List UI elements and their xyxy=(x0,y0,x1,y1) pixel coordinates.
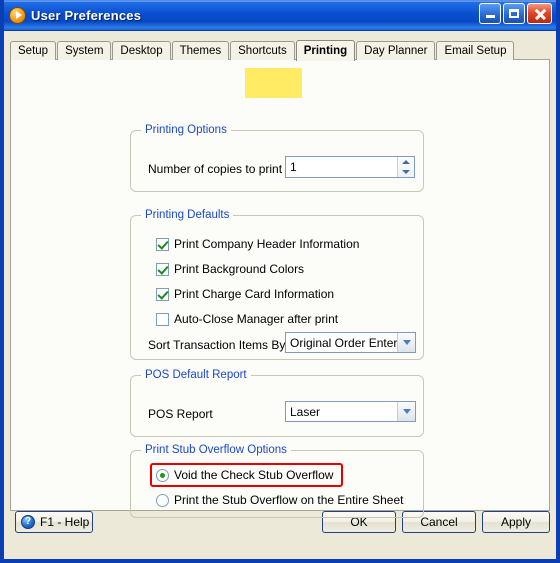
stepper-down-button[interactable] xyxy=(398,167,414,177)
checkbox-auto-close-manager[interactable]: Auto-Close Manager after print xyxy=(156,312,338,326)
dialog-body: Setup System Desktop Themes Shortcuts Pr… xyxy=(4,31,556,558)
checkbox-label: Print Charge Card Information xyxy=(174,287,335,301)
tab-strip: Setup System Desktop Themes Shortcuts Pr… xyxy=(10,40,515,61)
minimize-button[interactable] xyxy=(479,3,501,24)
pos-report-dropdown[interactable]: Laser xyxy=(285,401,416,422)
group-title: Print Stub Overflow Options xyxy=(141,444,291,456)
checkbox-label: Print Company Header Information xyxy=(174,237,360,251)
tab-email-setup[interactable]: Email Setup xyxy=(436,41,515,60)
checkbox-box[interactable] xyxy=(156,237,169,251)
sort-transaction-label: Sort Transaction Items By xyxy=(148,338,286,352)
tab-setup[interactable]: Setup xyxy=(10,41,57,60)
help-button-label: F1 - Help xyxy=(40,515,90,529)
help-button[interactable]: ? F1 - Help xyxy=(15,511,93,533)
radio-void-check-stub-overflow[interactable]: Void the Check Stub Overflow xyxy=(156,468,333,482)
window-title: User Preferences xyxy=(31,7,142,23)
tab-label: Themes xyxy=(179,45,222,57)
maximize-button[interactable] xyxy=(503,3,525,24)
tab-label: Day Planner xyxy=(364,45,428,57)
close-button[interactable] xyxy=(527,3,552,24)
checkbox-print-charge-card-info[interactable]: Print Charge Card Information xyxy=(156,287,334,301)
tab-desktop[interactable]: Desktop xyxy=(112,41,171,60)
printing-defaults-group: Printing Defaults Print Company Header I… xyxy=(130,209,424,360)
chevron-down-icon[interactable] xyxy=(397,333,415,352)
printing-tab-panel: Printing Options Number of copies to pri… xyxy=(10,59,550,518)
group-title: Printing Options xyxy=(141,124,231,136)
copies-label: Number of copies to print xyxy=(148,162,283,176)
apply-button[interactable]: Apply xyxy=(482,511,550,533)
tab-label: Setup xyxy=(18,45,49,57)
checkbox-label: Auto-Close Manager after print xyxy=(174,312,339,326)
print-stub-overflow-group: Print Stub Overflow Options Void the Che… xyxy=(130,444,424,518)
tab-label: Desktop xyxy=(120,45,163,57)
title-bar: User Preferences xyxy=(4,0,556,31)
radio-print-stub-overflow-entire-sheet[interactable]: Print the Stub Overflow on the Entire Sh… xyxy=(156,493,403,507)
user-preferences-window: User Preferences Setup System Desktop Th… xyxy=(0,0,560,563)
window-controls xyxy=(479,3,552,24)
question-mark-icon: ? xyxy=(21,515,35,529)
checkbox-print-company-header[interactable]: Print Company Header Information xyxy=(156,237,359,251)
group-title: Printing Defaults xyxy=(141,209,234,221)
copies-stepper[interactable] xyxy=(397,157,414,177)
tab-label: Email Setup xyxy=(444,45,507,57)
stepper-up-button[interactable] xyxy=(398,157,414,167)
radio-label: Void the Check Stub Overflow xyxy=(174,468,334,482)
tab-system[interactable]: System xyxy=(57,41,112,60)
checkbox-box[interactable] xyxy=(156,312,169,326)
play-circle-icon xyxy=(9,6,26,24)
tab-label: Printing xyxy=(303,45,348,57)
tab-printing[interactable]: Printing xyxy=(295,40,356,61)
radio-label: Print the Stub Overflow on the Entire Sh… xyxy=(174,493,404,507)
checkbox-box[interactable] xyxy=(156,287,169,301)
cancel-button-label: Cancel xyxy=(420,515,458,529)
chevron-down-icon[interactable] xyxy=(397,402,415,421)
dropdown-value: Original Order Entered xyxy=(290,335,397,350)
sort-transaction-dropdown[interactable]: Original Order Entered xyxy=(285,332,416,353)
radio-button[interactable] xyxy=(156,468,169,482)
pos-default-report-group: POS Default Report POS Report Laser xyxy=(130,369,424,437)
copies-value: 1 xyxy=(290,160,297,174)
checkbox-box[interactable] xyxy=(156,262,169,276)
apply-button-label: Apply xyxy=(500,515,532,529)
copies-spinner-field[interactable]: 1 xyxy=(285,156,415,178)
printing-options-group: Printing Options Number of copies to pri… xyxy=(130,124,424,192)
radio-button[interactable] xyxy=(156,493,169,507)
tab-label: Shortcuts xyxy=(238,45,287,57)
dropdown-value: Laser xyxy=(290,404,321,419)
group-title: POS Default Report xyxy=(141,369,251,381)
tab-day-planner[interactable]: Day Planner xyxy=(356,41,436,60)
tab-themes[interactable]: Themes xyxy=(171,41,230,60)
checkbox-label: Print Background Colors xyxy=(174,262,305,276)
checkbox-print-background-colors[interactable]: Print Background Colors xyxy=(156,262,304,276)
tab-label: System xyxy=(65,45,104,57)
pos-report-label: POS Report xyxy=(148,407,213,421)
tab-shortcuts[interactable]: Shortcuts xyxy=(230,41,295,60)
